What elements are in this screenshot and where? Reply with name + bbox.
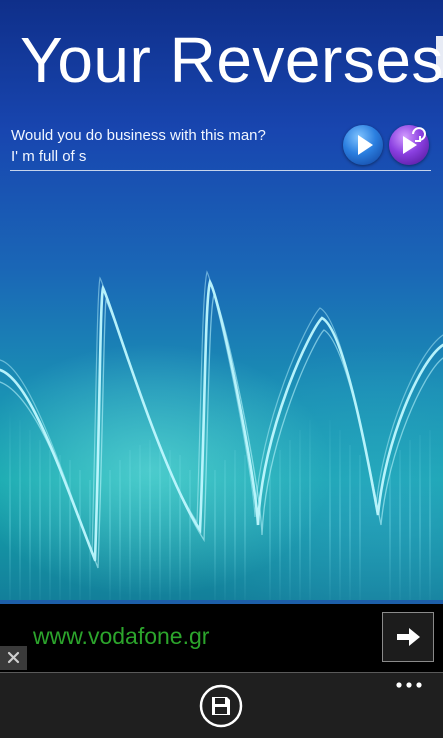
more-dots-icon [396,682,422,688]
save-icon [199,684,243,728]
ad-go-button[interactable] [382,612,434,662]
play-reverse-icon [403,127,426,154]
ad-banner[interactable]: www.vodafone.gr [0,600,443,672]
next-pivot-header-peek[interactable] [436,36,443,78]
play-button[interactable] [343,125,383,165]
play-icon [358,135,373,155]
app-screen: Your Reverses Would you do business with… [0,0,443,738]
list-divider [10,170,431,171]
app-bar-divider [0,672,443,673]
save-button[interactable] [199,684,243,728]
ad-border [0,600,443,604]
ad-link[interactable]: www.vodafone.gr [33,623,209,650]
reverse-text: I' m full of s [11,148,87,165]
play-reverse-button[interactable] [389,125,429,165]
more-options-button[interactable] [390,676,430,696]
list-item[interactable]: Would you do business with this man? I' … [10,124,433,172]
app-bar [0,672,443,738]
reverse-title: Would you do business with this man? [11,127,266,144]
ad-close-button[interactable] [0,646,27,670]
close-icon [7,651,20,664]
arrow-right-icon [397,628,420,646]
page-title: Your Reverses [20,24,443,96]
